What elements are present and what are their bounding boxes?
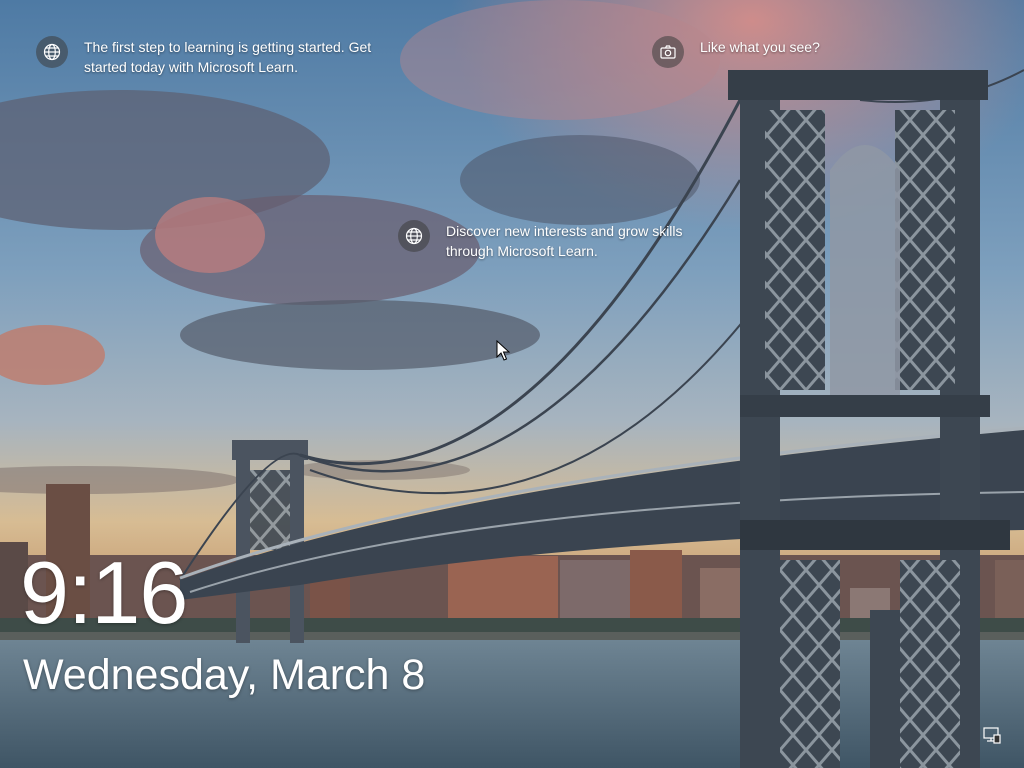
spotlight-tip-text: The first step to learning is getting st… xyxy=(84,39,372,75)
lock-screen-clock: 9:16 xyxy=(20,543,188,642)
spotlight-tip-text: Discover new interests and grow skills t… xyxy=(446,223,683,259)
globe-icon xyxy=(36,36,68,68)
lock-screen-date: Wednesday, March 8 xyxy=(23,651,426,699)
network-icon[interactable] xyxy=(982,726,1002,746)
mouse-cursor-icon xyxy=(496,339,511,362)
camera-icon xyxy=(652,36,684,68)
like-what-you-see-button[interactable]: Like what you see? xyxy=(652,36,892,68)
like-what-you-see-label: Like what you see? xyxy=(700,39,820,55)
spotlight-tip-1[interactable]: The first step to learning is getting st… xyxy=(36,36,376,77)
globe-icon xyxy=(398,220,430,252)
spotlight-tip-2[interactable]: Discover new interests and grow skills t… xyxy=(398,220,718,261)
